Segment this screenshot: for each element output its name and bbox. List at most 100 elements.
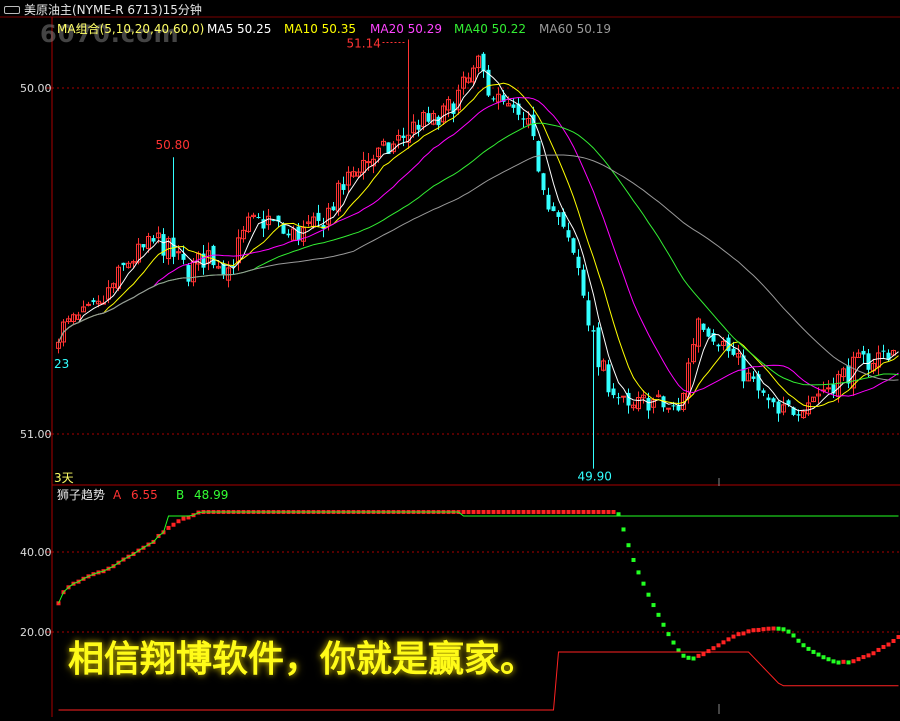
- trend-dot: [492, 510, 496, 514]
- candle-body-down: [492, 98, 496, 99]
- high-label: 51.14: [347, 37, 381, 51]
- trend-dot: [727, 637, 731, 641]
- trend-dot: [847, 660, 851, 664]
- candle-body-down: [612, 389, 616, 396]
- ma-group-label[interactable]: MA组合(5,10,20,40,60,0): [57, 22, 204, 36]
- trend-dot: [837, 661, 841, 665]
- candle-body-up: [667, 408, 671, 409]
- candle-body-down: [717, 345, 721, 347]
- trend-dot: [802, 643, 806, 647]
- trend-dot: [177, 519, 181, 523]
- trend-dot: [522, 510, 526, 514]
- candle-body-down: [142, 244, 146, 247]
- trend-dot: [827, 657, 831, 661]
- candle-body-down: [762, 390, 766, 392]
- trend-dot: [627, 543, 631, 547]
- candle-body-down: [677, 405, 681, 410]
- trend-dot: [812, 650, 816, 654]
- candle-body-down: [122, 263, 126, 265]
- candle-body-down: [592, 330, 596, 331]
- trend-dot: [482, 510, 486, 514]
- candle-body-down: [332, 206, 336, 210]
- trend-dot: [622, 527, 626, 531]
- trend-dot: [702, 652, 706, 656]
- indicator-name: 狮子趋势: [57, 488, 105, 502]
- trend-dot: [582, 510, 586, 514]
- trend-dot: [657, 613, 661, 617]
- candle-body-down: [607, 364, 611, 392]
- candle-body-down: [152, 238, 156, 242]
- low-label: 49.90: [578, 470, 612, 484]
- trend-dot: [737, 632, 741, 636]
- candle-body-up: [367, 162, 371, 163]
- trend-dot: [862, 655, 866, 659]
- trend-dot: [502, 510, 506, 514]
- trend-dot: [642, 582, 646, 586]
- trend-dot: [637, 570, 641, 574]
- candle-body-down: [757, 374, 761, 390]
- trend-dot: [572, 510, 576, 514]
- ma40-label: MA40 50.22: [454, 22, 526, 36]
- trend-dot: [587, 510, 591, 514]
- trend-dot: [507, 510, 511, 514]
- candle-body-down: [732, 349, 736, 355]
- trend-dot: [512, 510, 516, 514]
- candle-body-down: [512, 104, 516, 107]
- trend-dot: [792, 633, 796, 637]
- trend-dot: [602, 510, 606, 514]
- price-tick-label: 50.00: [20, 82, 52, 95]
- candle-body-down: [567, 230, 571, 237]
- trend-dot: [692, 657, 696, 661]
- indicator-a-value: 6.55: [131, 488, 158, 502]
- trend-dot: [852, 659, 856, 663]
- trend-dot: [172, 523, 176, 527]
- trend-dot: [717, 643, 721, 647]
- ma60-line: [59, 155, 899, 380]
- trend-dot: [527, 510, 531, 514]
- candle-body-down: [797, 414, 801, 415]
- candle-body-up: [622, 396, 626, 397]
- trend-dot: [782, 627, 786, 631]
- trend-dot: [672, 641, 676, 645]
- candle-body-down: [617, 397, 621, 398]
- ma20-label: MA20 50.29: [370, 22, 442, 36]
- trend-dot: [652, 603, 656, 607]
- candle-body-down: [777, 402, 781, 414]
- window-menu-icon[interactable]: [4, 6, 20, 14]
- trend-dot: [517, 510, 521, 514]
- trend-dot: [832, 659, 836, 663]
- trend-dot: [472, 510, 476, 514]
- candle-body-down: [547, 195, 551, 210]
- trend-dot: [877, 648, 881, 652]
- candle-body-down: [342, 184, 346, 190]
- trend-dot: [597, 510, 601, 514]
- trend-dot: [752, 628, 756, 632]
- trend-dot: [842, 660, 846, 664]
- trend-dot: [182, 517, 186, 521]
- ma10-label: MA10 50.35: [284, 22, 356, 36]
- indicator-b-value: 48.99: [194, 488, 228, 502]
- trend-dot: [592, 510, 596, 514]
- candle-body-down: [767, 398, 771, 401]
- candle-body-down: [92, 300, 96, 302]
- candle-body-down: [597, 327, 601, 367]
- trend-dot: [887, 643, 891, 647]
- candle-body-down: [557, 212, 561, 217]
- candle-body-down: [672, 405, 676, 406]
- period-label: 3天: [54, 471, 74, 485]
- candle-body-down: [862, 351, 866, 355]
- trend-dot: [767, 627, 771, 631]
- trend-dot: [547, 510, 551, 514]
- trend-dot: [722, 640, 726, 644]
- candle-body-down: [317, 213, 321, 221]
- trend-dot: [777, 627, 781, 631]
- trend-dot: [867, 653, 871, 657]
- trend-dot: [612, 510, 616, 514]
- trend-dot: [882, 645, 886, 649]
- candle-body-down: [522, 118, 526, 119]
- trend-dot: [897, 635, 900, 639]
- candle-body-down: [572, 238, 576, 253]
- trend-dot: [772, 627, 776, 631]
- price-chart[interactable]: 51.0050.0040.0020.0051.1449.9050.80233天: [0, 0, 900, 717]
- trend-dot: [892, 639, 896, 643]
